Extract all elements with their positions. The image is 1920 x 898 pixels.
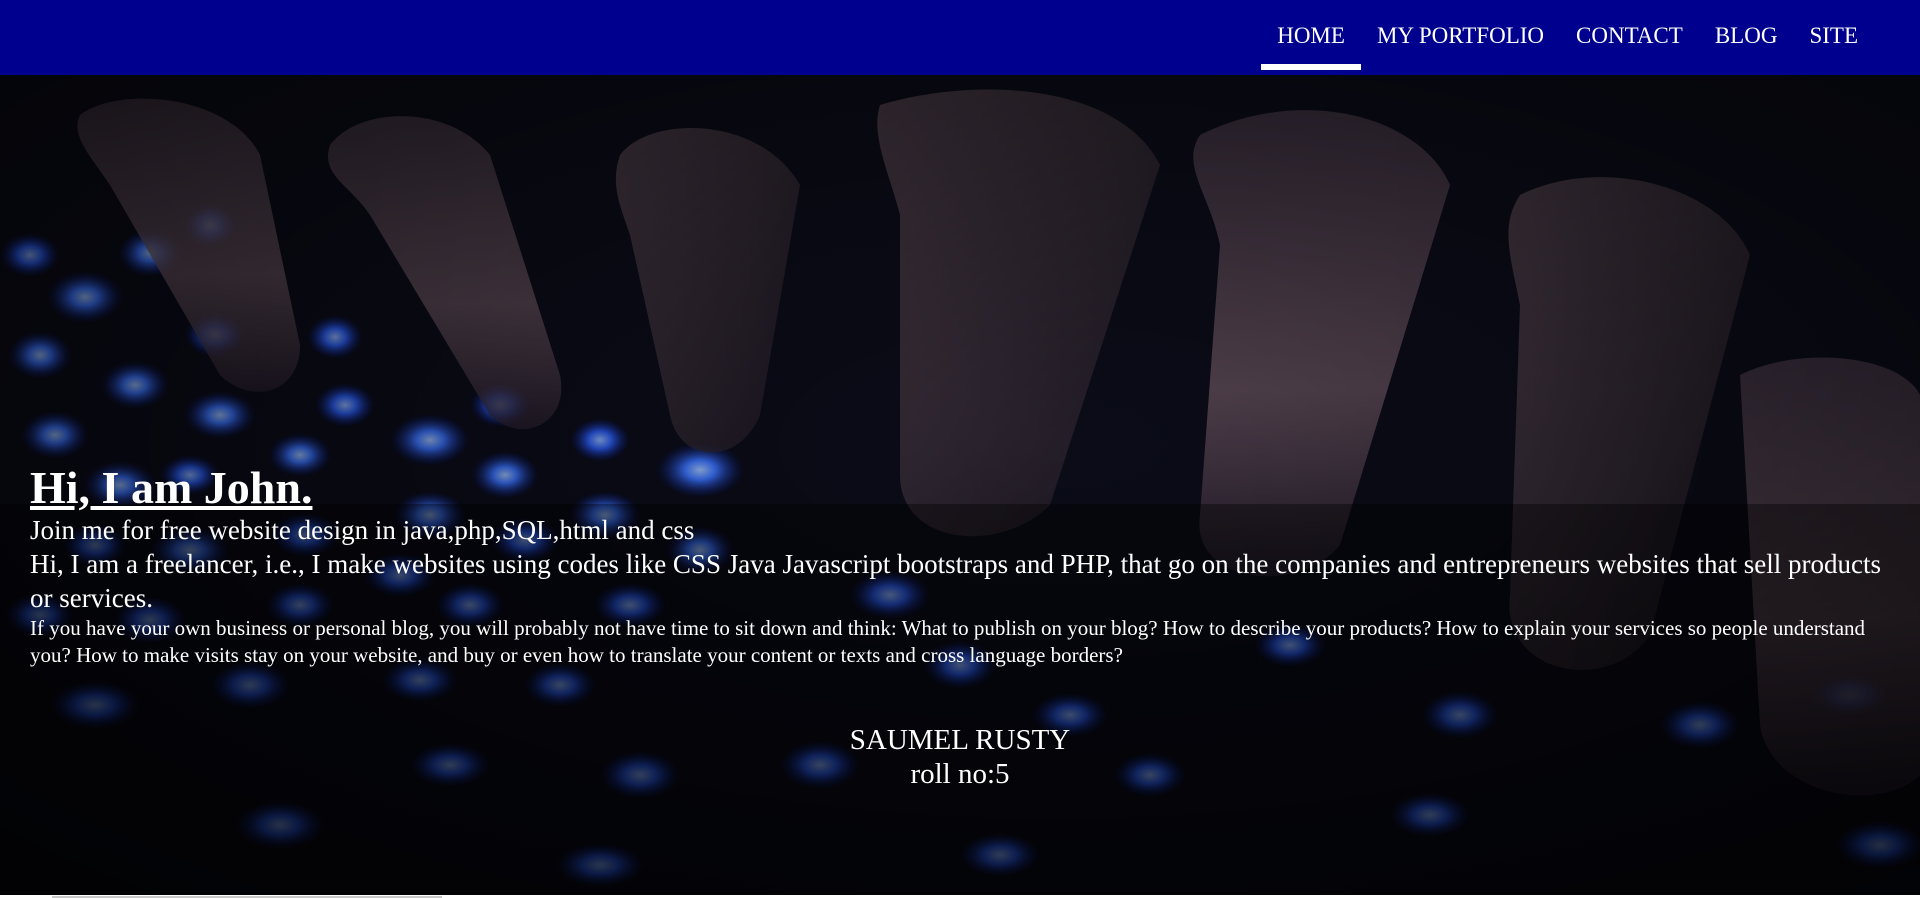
author-signature: SAUMEL RUSTY roll no:5 bbox=[0, 723, 1920, 791]
hero-content: Hi, I am John. Join me for free website … bbox=[30, 462, 1885, 669]
hero-details: If you have your own business or persona… bbox=[30, 616, 1866, 667]
nav-item-home[interactable]: HOME bbox=[1261, 0, 1361, 71]
nav-item-my-portfolio[interactable]: MY PORTFOLIO bbox=[1361, 0, 1560, 71]
top-navbar: HOME MY PORTFOLIO CONTACT BLOG SITE bbox=[0, 0, 1920, 75]
nav-item-site[interactable]: SITE bbox=[1793, 0, 1874, 71]
hero-tagline: Join me for free website design in java,… bbox=[30, 515, 695, 545]
author-roll-number: roll no:5 bbox=[910, 758, 1010, 790]
author-name: SAUMEL RUSTY bbox=[849, 724, 1071, 756]
nav-menu: HOME MY PORTFOLIO CONTACT BLOG SITE bbox=[1261, 0, 1874, 75]
nav-item-blog[interactable]: BLOG bbox=[1699, 0, 1794, 71]
hero-intro: Hi, I am a freelancer, i.e., I make webs… bbox=[30, 549, 1881, 613]
nav-item-contact[interactable]: CONTACT bbox=[1560, 0, 1699, 71]
hero-title: Hi, I am John. bbox=[30, 462, 313, 513]
